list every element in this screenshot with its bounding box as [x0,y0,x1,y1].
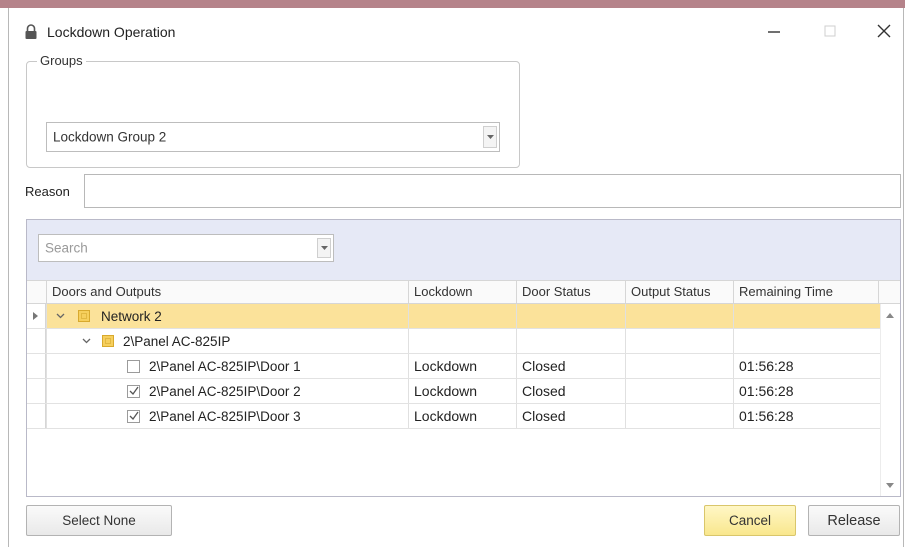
window-title: Lockdown Operation [47,24,176,40]
column-header-doors-and-outputs[interactable]: Doors and Outputs [46,281,408,303]
tree-cell: 2\Panel AC-825IP\Door 1 [46,354,408,378]
table-row-door[interactable]: 2\Panel AC-825IP\Door 1 Lockdown Closed … [27,354,880,379]
checkmark-icon [129,411,139,421]
lock-icon [24,24,38,40]
tree-cell: 2\Panel AC-825IP [46,329,408,353]
grid-header: Doors and Outputs Lockdown Door Status O… [27,280,900,304]
row-label: Network 2 [101,309,162,324]
group-select[interactable]: Lockdown Group 2 [46,122,500,152]
cell-remaining-time: 01:56:28 [733,354,880,378]
folder-icon [78,310,90,322]
checkmark-icon [129,386,139,396]
row-indicator[interactable] [27,404,46,428]
cell-lockdown [408,329,516,353]
row-label: 2\Panel AC-825IP [123,334,231,349]
cell-output-status [625,329,733,353]
cell-lockdown: Lockdown [408,404,516,428]
folder-icon [102,335,114,347]
cell-door-status: Closed [516,379,625,403]
column-header-output-status[interactable]: Output Status [625,281,733,303]
cell-output-status [625,354,733,378]
column-header-lockdown[interactable]: Lockdown [408,281,516,303]
row-indicator[interactable] [27,304,46,328]
chevron-down-icon[interactable] [56,313,65,319]
scroll-down-icon[interactable] [886,483,894,488]
cell-remaining-time [733,304,880,328]
door-checkbox[interactable] [127,410,140,423]
select-none-button[interactable]: Select None [26,505,172,536]
groups-groupbox: Groups Lockdown Group 2 [26,53,520,168]
group-select-value: Lockdown Group 2 [53,129,167,145]
cancel-button[interactable]: Cancel [704,505,796,536]
row-indicator[interactable] [27,329,46,353]
maximize-button[interactable] [815,18,845,44]
title-bar: Lockdown Operation [9,8,903,52]
cell-lockdown: Lockdown [408,354,516,378]
reason-input[interactable] [84,174,901,208]
cell-output-status [625,304,733,328]
row-label: 2\Panel AC-825IP\Door 1 [149,359,301,374]
scroll-up-icon[interactable] [886,313,894,318]
cell-output-status [625,404,733,428]
cell-door-status: Closed [516,404,625,428]
row-indicator[interactable] [27,379,46,403]
tree-cell: 2\Panel AC-825IP\Door 3 [46,404,408,428]
row-label: 2\Panel AC-825IP\Door 2 [149,384,301,399]
column-header-door-status[interactable]: Door Status [516,281,625,303]
column-header-remaining-time[interactable]: Remaining Time [733,281,879,303]
top-accent-strip [0,0,905,8]
cell-door-status [516,329,625,353]
chevron-down-icon[interactable] [82,338,91,344]
release-button[interactable]: Release [808,505,900,536]
current-row-arrow-icon [33,312,38,320]
search-strip: Search [27,220,900,280]
cell-door-status [516,304,625,328]
cell-output-status [625,379,733,403]
cell-remaining-time [733,329,880,353]
row-indicator[interactable] [27,354,46,378]
close-button[interactable] [869,18,899,44]
minimize-button[interactable] [759,18,789,44]
close-icon [877,24,891,38]
dropdown-arrow-icon[interactable] [317,238,331,258]
groups-legend: Groups [37,53,86,68]
cell-remaining-time: 01:56:28 [733,379,880,403]
search-input[interactable]: Search [38,234,334,262]
cell-remaining-time: 01:56:28 [733,404,880,428]
table-row-door[interactable]: 2\Panel AC-825IP\Door 3 Lockdown Closed … [27,404,880,429]
lockdown-operation-dialog: Lockdown Operation Groups Lockdown Group… [8,8,904,547]
dropdown-arrow-icon[interactable] [483,126,497,148]
doors-outputs-grid: Search Doors and Outputs Lockdown Door S… [26,219,901,497]
table-row-door[interactable]: 2\Panel AC-825IP\Door 2 Lockdown Closed … [27,379,880,404]
cell-lockdown [408,304,516,328]
table-row-network[interactable]: Network 2 [27,304,880,329]
reason-label: Reason [25,184,70,199]
door-checkbox[interactable] [127,360,140,373]
door-checkbox[interactable] [127,385,140,398]
row-label: 2\Panel AC-825IP\Door 3 [149,409,301,424]
search-placeholder: Search [45,240,88,256]
cell-lockdown: Lockdown [408,379,516,403]
tree-cell: Network 2 [46,304,408,328]
vertical-scrollbar[interactable] [880,304,900,496]
table-row-panel[interactable]: 2\Panel AC-825IP [27,329,880,354]
cell-door-status: Closed [516,354,625,378]
tree-cell: 2\Panel AC-825IP\Door 2 [46,379,408,403]
